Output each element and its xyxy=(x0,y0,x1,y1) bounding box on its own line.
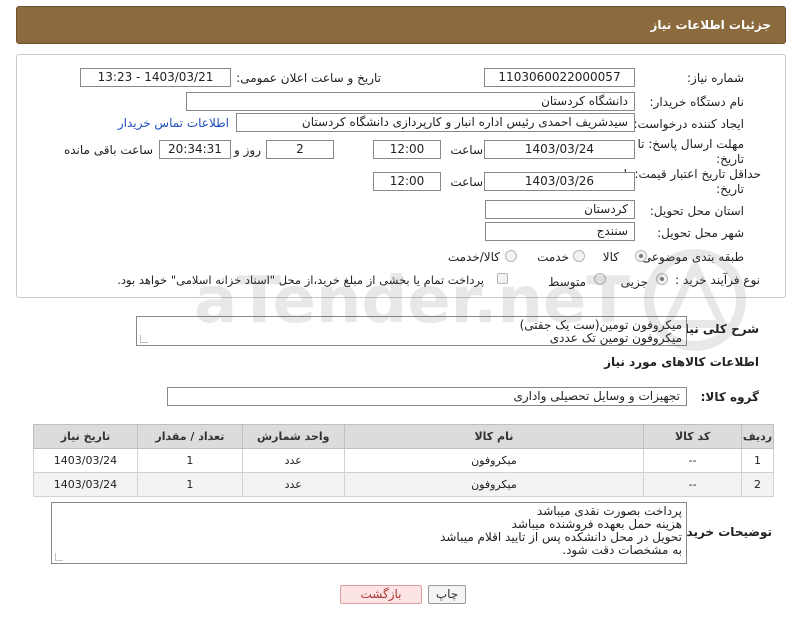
buyer-notes-text: پرداخت بصورت نقدی میباشد هزینه حمل بعهده… xyxy=(51,502,687,564)
cell-need-date: 1403/03/24 xyxy=(33,448,138,473)
category-label: طبقه بندی موضوعی: xyxy=(637,250,744,264)
time-remaining-field: 20:34:31 xyxy=(159,140,231,159)
goods-section-title: اطلاعات کالاهای مورد نیاز xyxy=(604,355,759,369)
col-quantity: تعداد / مقدار xyxy=(136,424,243,449)
cell-row-number: 2 xyxy=(741,472,774,497)
price-validity-label-2: تاریخ: xyxy=(716,182,744,196)
cell-quantity: 1 xyxy=(136,448,243,473)
need-number-label: شماره نیاز: xyxy=(687,71,744,85)
announce-date-field: 1403/03/21 - 13:23 xyxy=(80,68,231,87)
process-minor-radio[interactable] xyxy=(656,273,668,285)
process-medium-radio[interactable] xyxy=(594,273,606,285)
cell-item-code: -- xyxy=(643,448,743,473)
cell-row-number: 1 xyxy=(741,448,774,473)
category-goods-radio[interactable] xyxy=(635,250,647,262)
col-need-date: تاریخ نیاز xyxy=(33,424,138,449)
back-button[interactable]: بازگشت xyxy=(340,585,422,604)
reply-time-label: ساعت xyxy=(450,143,483,157)
buyer-org-label: نام دستگاه خریدار: xyxy=(649,95,745,109)
print-button[interactable]: چاپ xyxy=(428,585,466,604)
price-validity-label: حداقل تاریخ اعتبار قیمت: تا xyxy=(623,167,761,181)
goods-table: ردیف کد کالا نام کالا واحد شمارش تعداد /… xyxy=(33,424,774,497)
cell-item-name: میکروفون xyxy=(343,448,645,473)
validity-date-field: 1403/03/26 xyxy=(484,172,635,191)
reply-date-field: 1403/03/24 xyxy=(484,140,635,159)
announce-date-label: تاریخ و ساعت اعلان عمومی: xyxy=(236,71,381,85)
province-label: استان محل تحویل: xyxy=(649,204,744,218)
goods-group-label: گروه کالا: xyxy=(700,390,759,404)
days-label: روز و xyxy=(234,143,261,157)
process-medium-label: متوسط xyxy=(548,275,586,289)
col-item-code: کد کالا xyxy=(643,424,743,449)
cell-item-code: -- xyxy=(643,472,743,497)
treasury-payment-checkbox[interactable] xyxy=(497,273,508,284)
resize-grip-icon[interactable] xyxy=(140,335,148,343)
page-header: جزئیات اطلاعات نیاز xyxy=(16,6,786,44)
city-field: سنندج xyxy=(485,222,635,241)
days-remaining-field: 2 xyxy=(266,140,334,159)
validity-time-label: ساعت xyxy=(450,175,483,189)
reply-deadline-label: مهلت ارسال پاسخ: تا xyxy=(637,137,744,151)
col-unit: واحد شمارش xyxy=(241,424,345,449)
province-field: کردستان xyxy=(485,200,635,219)
cell-need-date: 1403/03/24 xyxy=(33,472,138,497)
need-number-field: 1103060022000057 xyxy=(484,68,635,87)
cell-unit: عدد xyxy=(241,448,345,473)
process-type-label: نوع فرآیند خرید : xyxy=(675,273,760,287)
city-label: شهر محل تحویل: xyxy=(657,226,744,240)
buyer-org-field: دانشگاه کردستان xyxy=(186,92,635,111)
buyer-notes-line-4: به مشخصات دقت شود. xyxy=(562,543,682,557)
cell-unit: عدد xyxy=(241,472,345,497)
page-title: جزئیات اطلاعات نیاز xyxy=(650,18,771,32)
goods-table-header: ردیف کد کالا نام کالا واحد شمارش تعداد /… xyxy=(33,424,774,449)
need-summary-line-2: میکروفون تومین تک عددی xyxy=(549,331,682,345)
category-goods-service-label: کالا/خدمت xyxy=(447,250,500,264)
buyer-contact-link[interactable]: اطلاعات تماس خریدار xyxy=(118,116,229,130)
treasury-payment-text: پرداخت تمام یا بخشی از مبلغ خرید،از محل … xyxy=(117,273,484,287)
resize-grip-icon[interactable] xyxy=(55,553,63,561)
time-remaining-label: ساعت باقی مانده xyxy=(63,143,153,157)
validity-time-field: 12:00 xyxy=(373,172,441,191)
reply-deadline-label-2: تاریخ: xyxy=(716,152,744,166)
category-goods-label: کالا xyxy=(602,250,619,264)
cell-item-name: میکروفون xyxy=(343,472,645,497)
category-service-label: خدمت xyxy=(537,250,569,264)
col-item-name: نام کالا xyxy=(343,424,645,449)
category-service-radio[interactable] xyxy=(573,250,585,262)
table-row: 2 -- میکروفون عدد 1 1403/03/24 xyxy=(33,472,774,497)
requester-label: ایجاد کننده درخواست: xyxy=(633,117,744,131)
table-row: 1 -- میکروفون عدد 1 1403/03/24 xyxy=(33,448,774,473)
cell-quantity: 1 xyxy=(136,472,243,497)
requester-field: سیدشریف احمدی رئیس اداره انبار و کارپردا… xyxy=(236,113,635,132)
need-summary-text: میکروفون تومین(ست یک جفتی) میکروفون تومی… xyxy=(136,316,687,346)
category-goods-service-radio[interactable] xyxy=(505,250,517,262)
reply-time-field: 12:00 xyxy=(373,140,441,159)
goods-group-field: تجهیزات و وسایل تحصیلی واداری xyxy=(167,387,687,406)
process-minor-label: جزیی xyxy=(620,275,648,289)
col-row-number: ردیف xyxy=(741,424,774,449)
